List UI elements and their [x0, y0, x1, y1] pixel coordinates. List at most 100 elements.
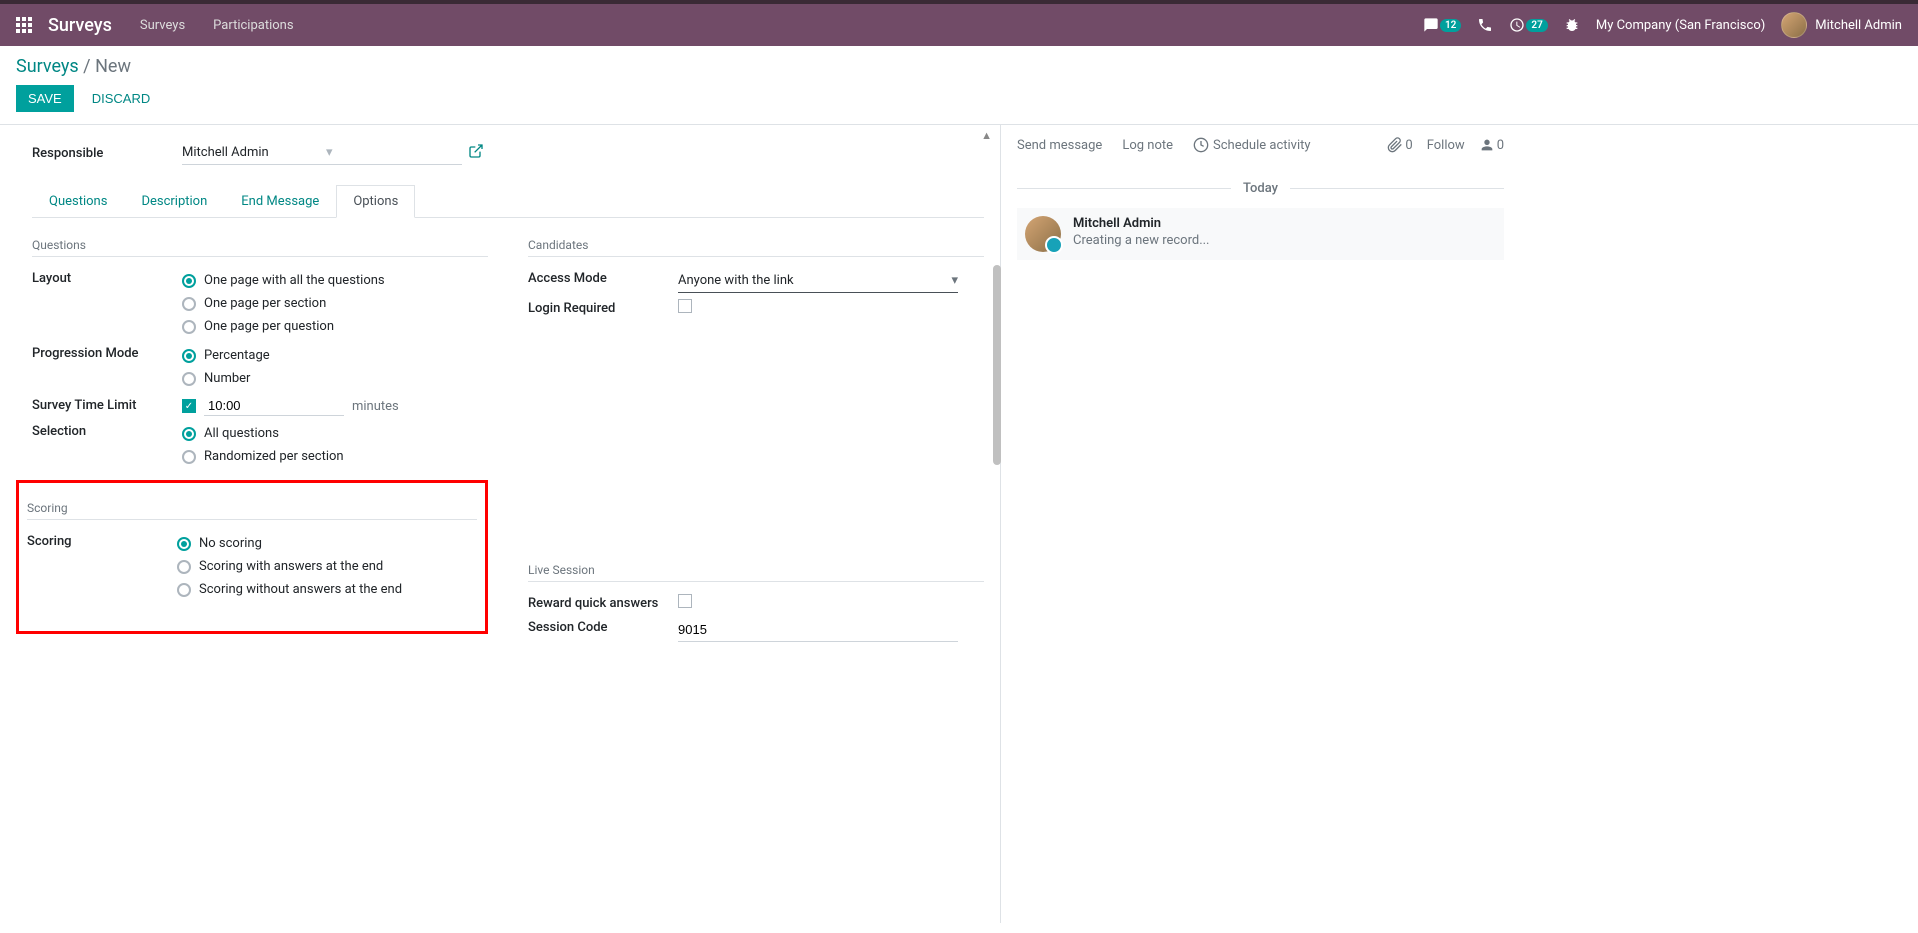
radio-icon: [182, 372, 196, 386]
scoring-none[interactable]: No scoring: [177, 532, 477, 555]
radio-icon: [177, 537, 191, 551]
activities-icon[interactable]: 27: [1509, 17, 1547, 33]
followers-button[interactable]: 0: [1479, 137, 1504, 153]
candidates-heading: Candidates: [528, 238, 984, 257]
session-input[interactable]: [678, 618, 958, 642]
nav-surveys[interactable]: Surveys: [140, 18, 185, 33]
time-limit-input[interactable]: [204, 396, 344, 416]
date-separator: Today: [1017, 181, 1504, 196]
discard-button[interactable]: DISCARD: [82, 85, 161, 112]
access-row: Access Mode Anyone with the link ▾: [528, 269, 984, 293]
breadcrumb: Surveys / New: [16, 56, 1902, 77]
reward-checkbox[interactable]: [678, 594, 692, 608]
reward-row: Reward quick answers: [528, 594, 984, 612]
message-body: Creating a new record...: [1073, 233, 1496, 248]
layout-all[interactable]: One page with all the questions: [182, 269, 488, 292]
chatter: Send message Log note Schedule activity …: [1000, 125, 1520, 923]
log-note-button[interactable]: Log note: [1122, 138, 1173, 153]
selection-random[interactable]: Randomized per section: [182, 445, 488, 468]
nav-participations[interactable]: Participations: [213, 18, 293, 33]
scoring-value: No scoring Scoring with answers at the e…: [177, 532, 477, 601]
layout-label: Layout: [32, 269, 182, 338]
scoring-highlight: Scoring Scoring No scoring Scoring with …: [16, 480, 488, 634]
radio-icon: [182, 297, 196, 311]
chatter-scrollbar[interactable]: [993, 265, 1001, 465]
app-brand[interactable]: Surveys: [48, 15, 112, 36]
send-message-button[interactable]: Send message: [1017, 138, 1102, 153]
tab-options[interactable]: Options: [336, 185, 415, 218]
message-avatar: [1025, 216, 1061, 252]
chevron-down-icon[interactable]: ▾: [326, 145, 462, 160]
session-label: Session Code: [528, 618, 678, 642]
external-link-icon[interactable]: [468, 143, 484, 163]
follow-button[interactable]: Follow: [1427, 138, 1465, 153]
company-name[interactable]: My Company (San Francisco): [1596, 18, 1765, 33]
questions-heading: Questions: [32, 238, 488, 257]
phone-icon[interactable]: [1477, 17, 1493, 33]
form-area: ▲ Responsible Mitchell Admin ▾ Questions…: [0, 125, 1000, 923]
time-limit-unit: minutes: [352, 399, 399, 414]
time-limit-row: Survey Time Limit ✓ minutes: [32, 396, 488, 416]
scoring-row: Scoring No scoring Scoring with answers …: [27, 532, 477, 601]
tab-description[interactable]: Description: [124, 185, 224, 218]
user-menu[interactable]: Mitchell Admin: [1781, 12, 1902, 38]
login-value: [678, 299, 984, 317]
options-content: Questions Layout One page with all the q…: [32, 218, 984, 648]
time-limit-checkbox[interactable]: ✓: [182, 399, 196, 413]
activities-badge: 27: [1526, 19, 1547, 32]
scroll-up-icon[interactable]: ▲: [981, 129, 992, 142]
selection-value: All questions Randomized per section: [182, 422, 488, 468]
login-label: Login Required: [528, 299, 678, 317]
options-right-col: Candidates Access Mode Anyone with the l…: [528, 238, 984, 648]
layout-section[interactable]: One page per section: [182, 292, 488, 315]
tab-end-message[interactable]: End Message: [224, 185, 336, 218]
radio-icon: [177, 583, 191, 597]
scoring-heading: Scoring: [27, 501, 477, 520]
session-row: Session Code: [528, 618, 984, 642]
tabs: Questions Description End Message Option…: [32, 185, 984, 218]
paperclip-icon: [1387, 137, 1403, 153]
responsible-row: Responsible Mitchell Admin ▾: [32, 141, 984, 165]
apps-icon[interactable]: [16, 17, 32, 33]
responsible-input[interactable]: Mitchell Admin ▾: [182, 141, 462, 165]
session-value-wrap: [678, 618, 984, 642]
scoring-without[interactable]: Scoring without answers at the end: [177, 578, 477, 601]
access-value-wrap: Anyone with the link ▾: [678, 269, 984, 293]
selection-row: Selection All questions Randomized per s…: [32, 422, 488, 468]
live-heading: Live Session: [528, 563, 984, 582]
clock-icon: [1193, 137, 1209, 153]
separator-label: Today: [1231, 181, 1290, 196]
message-content: Mitchell Admin Creating a new record...: [1073, 216, 1496, 252]
reward-label: Reward quick answers: [528, 594, 678, 612]
selection-all[interactable]: All questions: [182, 422, 488, 445]
radio-icon: [177, 560, 191, 574]
progression-number[interactable]: Number: [182, 367, 488, 390]
radio-icon: [182, 320, 196, 334]
message-author: Mitchell Admin: [1073, 216, 1496, 231]
debug-icon[interactable]: [1564, 17, 1580, 33]
scoring-with[interactable]: Scoring with answers at the end: [177, 555, 477, 578]
message: Mitchell Admin Creating a new record...: [1017, 208, 1504, 260]
messages-icon[interactable]: 12: [1423, 17, 1461, 33]
attachments-button[interactable]: 0: [1387, 137, 1412, 153]
radio-icon: [182, 349, 196, 363]
time-limit-label: Survey Time Limit: [32, 396, 182, 416]
layout-question[interactable]: One page per question: [182, 315, 488, 338]
access-select[interactable]: Anyone with the link ▾: [678, 269, 958, 293]
progression-value: Percentage Number: [182, 344, 488, 390]
selection-label: Selection: [32, 422, 182, 468]
save-button[interactable]: SAVE: [16, 85, 74, 112]
access-value: Anyone with the link: [678, 273, 794, 288]
chatter-right: 0 Follow 0: [1387, 137, 1504, 153]
layout-row: Layout One page with all the questions O…: [32, 269, 488, 338]
breadcrumb-parent[interactable]: Surveys: [16, 56, 79, 77]
main-wrapper: ▲ Responsible Mitchell Admin ▾ Questions…: [0, 125, 1918, 923]
radio-icon: [182, 450, 196, 464]
tab-questions[interactable]: Questions: [32, 185, 124, 218]
person-icon: [1479, 137, 1495, 153]
login-checkbox[interactable]: [678, 299, 692, 313]
progression-percentage[interactable]: Percentage: [182, 344, 488, 367]
user-name: Mitchell Admin: [1815, 18, 1902, 33]
schedule-activity-button[interactable]: Schedule activity: [1193, 137, 1311, 153]
layout-value: One page with all the questions One page…: [182, 269, 488, 338]
